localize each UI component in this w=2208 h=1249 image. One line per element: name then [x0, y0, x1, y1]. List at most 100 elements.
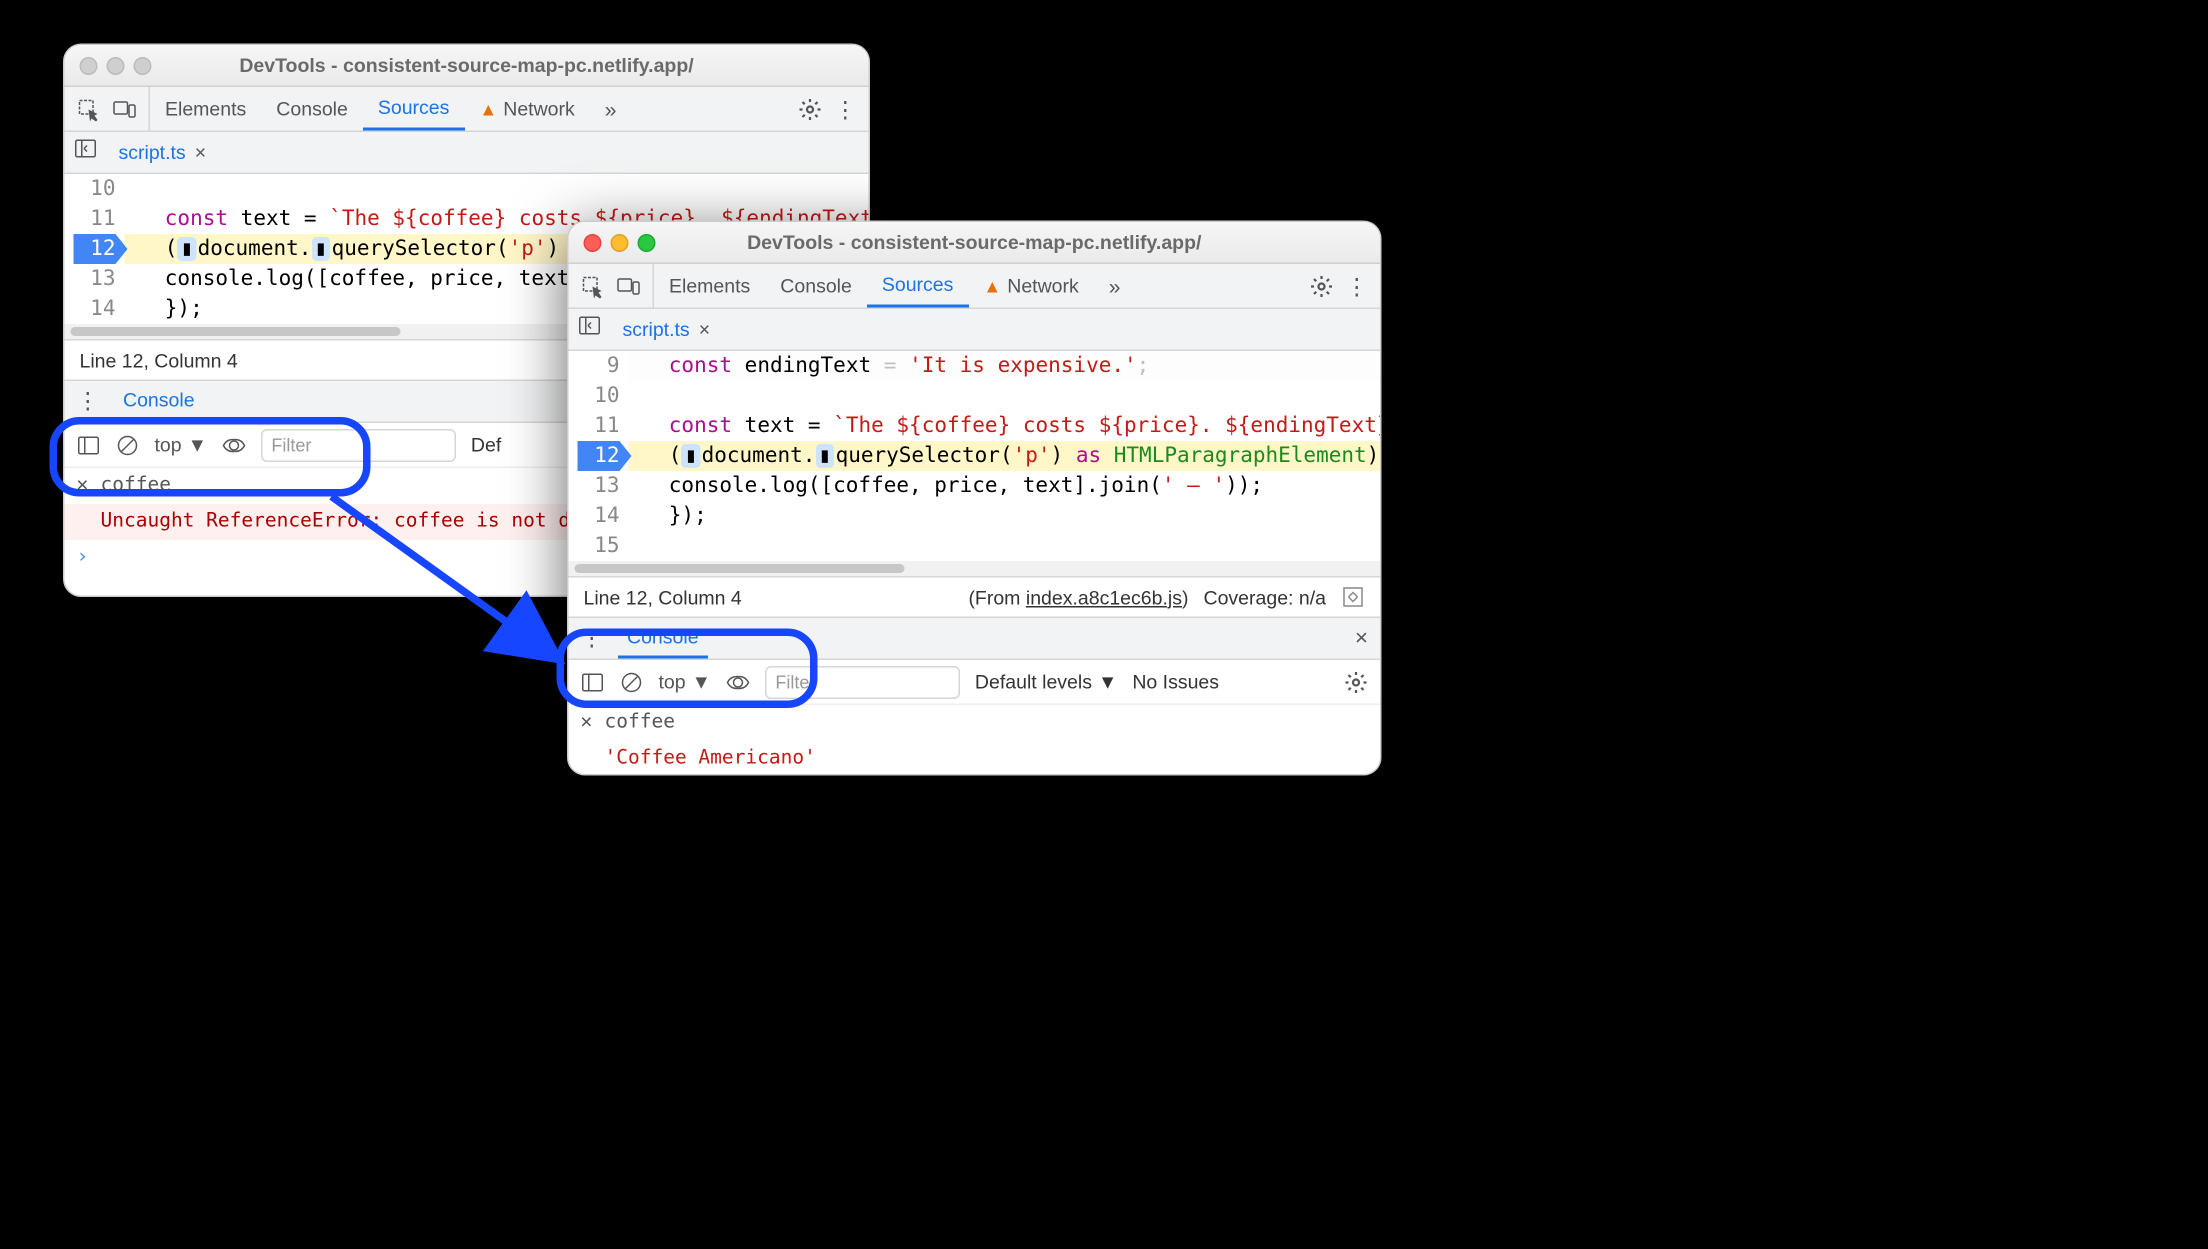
- clear-console-icon[interactable]: [620, 670, 644, 694]
- traffic-zoom[interactable]: [638, 233, 656, 251]
- settings-gear-icon[interactable]: [1310, 274, 1334, 298]
- more-tabs-icon[interactable]: [590, 87, 630, 131]
- gutter-line[interactable]: 12: [74, 234, 116, 264]
- console-sidebar-toggle-icon[interactable]: [581, 670, 605, 694]
- gutter-line[interactable]: 15: [578, 531, 620, 561]
- drawer-tab-console[interactable]: Console: [114, 381, 204, 422]
- drawer-tab-console[interactable]: Console: [618, 618, 708, 659]
- code-line[interactable]: [629, 381, 1381, 411]
- devtools-window-b: DevTools - consistent-source-map-pc.netl…: [567, 221, 1382, 776]
- device-icon[interactable]: [617, 274, 641, 298]
- gutter-line[interactable]: 13: [578, 471, 620, 501]
- gutter-line[interactable]: 11: [578, 411, 620, 441]
- file-tabbar: script.ts ×: [569, 309, 1381, 351]
- more-tabs-icon[interactable]: [1094, 264, 1134, 308]
- device-icon[interactable]: [113, 97, 137, 121]
- gutter-line[interactable]: 11: [74, 204, 116, 234]
- console-filter-input[interactable]: Filter: [261, 428, 456, 461]
- chevron-down-icon: ▼: [188, 434, 207, 457]
- drawer-menu-icon[interactable]: [77, 387, 100, 416]
- close-x-icon[interactable]: ✕: [581, 708, 605, 738]
- tab-sources[interactable]: Sources: [363, 87, 465, 131]
- file-tabbar: script.ts ×: [65, 132, 869, 174]
- devtools-toolbar: Elements Console Sources ▲ Network: [65, 87, 869, 132]
- inspect-icon[interactable]: [581, 274, 605, 298]
- live-expression-icon[interactable]: [222, 433, 246, 457]
- inspect-icon[interactable]: [77, 97, 101, 121]
- tab-console[interactable]: Console: [765, 264, 867, 308]
- code-line[interactable]: [629, 531, 1381, 561]
- warning-icon: ▲: [983, 275, 1001, 296]
- gutter-line[interactable]: 10: [578, 381, 620, 411]
- close-file-icon[interactable]: ×: [699, 318, 710, 341]
- tab-elements[interactable]: Elements: [654, 264, 765, 308]
- console-output-value: 'Coffee Americano': [605, 744, 816, 774]
- console-filter-input[interactable]: Filter: [765, 665, 960, 698]
- titlebar[interactable]: DevTools - consistent-source-map-pc.netl…: [569, 222, 1381, 264]
- collapse-icon[interactable]: [1341, 585, 1365, 609]
- code-line[interactable]: console.log([coffee, price, text].join('…: [629, 471, 1381, 501]
- console-body[interactable]: ✕ coffee 'Coffee Americano' ›: [569, 705, 1381, 776]
- drawer-menu-icon[interactable]: [581, 624, 604, 653]
- console-sidebar-toggle-icon[interactable]: [77, 433, 101, 457]
- console-input-echo: coffee: [605, 708, 675, 738]
- gutter-line[interactable]: 10: [74, 174, 116, 204]
- coverage-label: Coverage: n/a: [1203, 586, 1326, 609]
- file-tab-script[interactable]: script.ts ×: [617, 318, 717, 341]
- drawer-header: Console ×: [569, 618, 1381, 660]
- code-line[interactable]: [125, 174, 869, 204]
- no-issues-label[interactable]: No Issues: [1132, 671, 1219, 694]
- console-error-text: Uncaught ReferenceError: coffee is not d…: [101, 507, 606, 537]
- statusbar: Line 12, Column 4 (From index.a8c1ec6b.j…: [569, 576, 1381, 618]
- titlebar[interactable]: DevTools - consistent-source-map-pc.netl…: [65, 45, 869, 87]
- gutter-line[interactable]: 12: [578, 441, 620, 471]
- chevron-down-icon: ▼: [1098, 671, 1117, 694]
- from-sourcemap: (From index.a8c1ec6b.js): [968, 586, 1188, 609]
- gutter-line[interactable]: 14: [74, 294, 116, 324]
- code-editor[interactable]: 9101112131415 const endingText = 'It is …: [569, 351, 1381, 561]
- log-levels-selector[interactable]: Default levels▼: [975, 671, 1117, 694]
- clear-console-icon[interactable]: [116, 433, 140, 457]
- sourcemap-link[interactable]: index.a8c1ec6b.js: [1026, 586, 1182, 609]
- console-row-input: ✕ coffee: [569, 705, 1381, 741]
- cursor-position: Line 12, Column 4: [584, 586, 742, 609]
- code-line[interactable]: const endingText = 'It is expensive.';: [629, 351, 1381, 381]
- tab-sources[interactable]: Sources: [867, 264, 969, 308]
- traffic-minimize[interactable]: [611, 233, 629, 251]
- tab-network-label: Network: [1007, 275, 1079, 298]
- file-tab-script[interactable]: script.ts ×: [113, 141, 213, 164]
- drawer-close-icon[interactable]: ×: [1355, 626, 1368, 652]
- kebab-menu-icon[interactable]: [834, 95, 857, 122]
- tab-network[interactable]: ▲ Network: [464, 87, 589, 131]
- file-tab-label: script.ts: [119, 141, 186, 164]
- tab-elements[interactable]: Elements: [150, 87, 261, 131]
- gutter-line[interactable]: 14: [578, 501, 620, 531]
- tab-network-label: Network: [503, 98, 575, 121]
- navigator-toggle-icon[interactable]: [74, 137, 98, 169]
- tab-console[interactable]: Console: [261, 87, 363, 131]
- code-line[interactable]: (▮document.▮querySelector('p') as HTMLPa…: [629, 441, 1381, 471]
- navigator-toggle-icon[interactable]: [578, 314, 602, 346]
- traffic-close[interactable]: [80, 56, 98, 74]
- traffic-minimize[interactable]: [107, 56, 125, 74]
- gutter-line[interactable]: 9: [578, 351, 620, 381]
- traffic-zoom[interactable]: [134, 56, 152, 74]
- horizontal-scrollbar[interactable]: [569, 561, 1381, 576]
- settings-gear-icon[interactable]: [798, 97, 822, 121]
- live-expression-icon[interactable]: [726, 670, 750, 694]
- close-file-icon[interactable]: ×: [195, 141, 206, 164]
- tab-network[interactable]: ▲ Network: [968, 264, 1093, 308]
- code-line[interactable]: });: [629, 501, 1381, 531]
- context-selector[interactable]: top▼: [659, 671, 711, 694]
- gutter-line[interactable]: 13: [74, 264, 116, 294]
- error-x-icon: ✕: [77, 471, 101, 501]
- warning-icon: ▲: [479, 98, 497, 119]
- console-settings-gear-icon[interactable]: [1344, 670, 1368, 694]
- devtools-toolbar: Elements Console Sources ▲ Network: [569, 264, 1381, 309]
- console-row-output: 'Coffee Americano': [569, 741, 1381, 776]
- kebab-menu-icon[interactable]: [1346, 272, 1369, 299]
- context-selector[interactable]: top▼: [155, 434, 207, 457]
- traffic-close[interactable]: [584, 233, 602, 251]
- log-levels-selector[interactable]: Def: [471, 434, 501, 457]
- code-line[interactable]: const text = `The ${coffee} costs ${pric…: [629, 411, 1381, 441]
